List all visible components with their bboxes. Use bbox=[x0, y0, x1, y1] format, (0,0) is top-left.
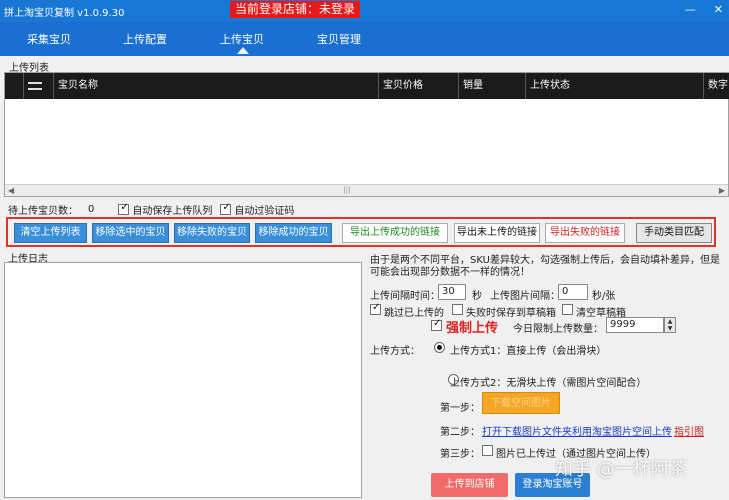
pending-count: 0 bbox=[88, 204, 95, 215]
daily-limit-label: 今日限制上传数量： bbox=[513, 324, 603, 335]
download-space-images-button[interactable]: 下载空间图片 bbox=[482, 392, 560, 414]
tab-upload[interactable]: 上传宝贝 bbox=[220, 31, 264, 47]
clear-draft-checkbox[interactable] bbox=[562, 304, 573, 315]
images-uploaded-checkbox[interactable] bbox=[482, 445, 493, 456]
app-title: 拼上淘宝贝复制 v1.0.9.30 bbox=[4, 8, 125, 19]
open-download-folder-link[interactable]: 打开下载图片文件夹利用淘宝图片空间上传 bbox=[482, 423, 672, 438]
close-icon[interactable]: ✕ bbox=[714, 3, 723, 16]
remove-success-button[interactable]: 移除成功的宝贝 bbox=[255, 223, 332, 243]
auto-captcha-checkbox[interactable] bbox=[220, 202, 232, 215]
force-upload-checkbox[interactable] bbox=[431, 318, 442, 331]
minimize-icon[interactable]: — bbox=[685, 3, 696, 16]
tab-item-management[interactable]: 宝贝管理 bbox=[317, 31, 361, 47]
sku-notice: 由于是两个不同平台，SKU差异较大，勾选强制上传后，会自动填补差异，但是可能会出… bbox=[370, 255, 720, 278]
image-interval-input[interactable]: 0 bbox=[558, 284, 588, 300]
scroll-left-icon[interactable]: ◀ bbox=[8, 185, 14, 197]
table-header: 宝贝名称 宝贝价格 销量 上传状态 数字I bbox=[5, 73, 729, 117]
auto-captcha-label: 自动过验证码 bbox=[234, 206, 295, 217]
clear-list-button[interactable]: 清空上传列表 bbox=[14, 223, 87, 243]
save-draft-on-fail-checkbox[interactable] bbox=[452, 304, 463, 315]
upload-log-area[interactable] bbox=[4, 262, 362, 498]
scroll-thumb[interactable]: ||| bbox=[335, 187, 359, 194]
daily-limit-input[interactable]: 9999 bbox=[606, 317, 664, 333]
remove-failed-button[interactable]: 移除失败的宝贝 bbox=[174, 223, 250, 243]
tab-collect[interactable]: 采集宝贝 bbox=[27, 31, 71, 47]
method1-label: 上传方式1：直接上传（会出滑块） bbox=[450, 346, 607, 357]
column-upload-status[interactable]: 上传状态 bbox=[525, 73, 703, 99]
active-tab-indicator bbox=[237, 47, 249, 54]
pending-label: 待上传宝贝数： bbox=[8, 206, 78, 217]
force-upload-label: 强制上传 bbox=[446, 321, 499, 336]
remove-selected-button[interactable]: 移除选中的宝贝 bbox=[92, 223, 169, 243]
guide-image-link[interactable]: 指引图 bbox=[674, 423, 704, 438]
method-label: 上传方式： bbox=[370, 346, 420, 357]
skip-uploaded-checkbox[interactable] bbox=[370, 302, 381, 315]
login-status-badge: 当前登录店铺：未登录 bbox=[230, 1, 361, 18]
horizontal-scrollbar[interactable]: ◀ ||| ▶ bbox=[5, 184, 728, 196]
scroll-right-icon[interactable]: ▶ bbox=[719, 185, 725, 197]
row-header-cell bbox=[5, 73, 23, 99]
column-sales[interactable]: 销量 bbox=[458, 73, 525, 99]
main-nav: 采集宝贝 上传配置 上传宝贝 宝贝管理 bbox=[0, 22, 729, 56]
title-bar: 拼上淘宝贝复制 v1.0.9.30 当前登录店铺：未登录 — ✕ bbox=[0, 0, 729, 22]
skip-uploaded-label: 跳过已上传的 bbox=[384, 308, 444, 319]
step1-label: 第一步： bbox=[440, 403, 480, 414]
method2-label: 上传方式2：无滑块上传（需图片空间配合） bbox=[450, 378, 647, 389]
column-digital-id[interactable]: 数字I bbox=[703, 73, 729, 117]
grid-icon bbox=[28, 82, 42, 90]
upload-list-table[interactable]: 宝贝名称 宝贝价格 销量 上传状态 数字I ◀ ||| ▶ bbox=[4, 72, 729, 197]
export-success-links-button[interactable]: 导出上传成功的链接 bbox=[342, 223, 448, 243]
step2-label: 第二步： bbox=[440, 427, 480, 438]
interval-input[interactable]: 30 bbox=[438, 284, 466, 300]
image-interval-unit: 秒/张 bbox=[592, 291, 616, 302]
queue-status-row: 待上传宝贝数： 0 自动保存上传队列 自动过验证码 bbox=[8, 202, 294, 217]
select-column-header[interactable] bbox=[23, 73, 53, 99]
image-interval-label: 上传图片间隔： bbox=[490, 291, 560, 302]
method1-radio[interactable] bbox=[434, 342, 445, 353]
auto-save-checkbox[interactable] bbox=[118, 202, 130, 215]
column-price[interactable]: 宝贝价格 bbox=[378, 73, 458, 99]
action-button-bar: 清空上传列表 移除选中的宝贝 移除失败的宝贝 移除成功的宝贝 导出上传成功的链接… bbox=[6, 217, 716, 247]
auto-save-label: 自动保存上传队列 bbox=[132, 206, 213, 217]
daily-limit-stepper[interactable]: ▲ ▼ bbox=[664, 317, 676, 333]
zhihu-watermark: 知乎 @一杯阿茶 bbox=[555, 459, 687, 480]
window-controls: — ✕ bbox=[685, 3, 723, 16]
tab-upload-config[interactable]: 上传配置 bbox=[123, 31, 167, 47]
export-failed-links-button[interactable]: 导出失败的链接 bbox=[545, 223, 625, 243]
interval-unit: 秒 bbox=[472, 291, 482, 302]
interval-label: 上传间隔时间： bbox=[370, 291, 440, 302]
step3-label: 第三步： bbox=[440, 449, 480, 460]
column-item-name[interactable]: 宝贝名称 bbox=[53, 73, 378, 99]
manual-category-match-button[interactable]: 手动类目匹配 bbox=[636, 223, 712, 243]
upload-to-store-button[interactable]: 上传到店铺 bbox=[431, 473, 508, 497]
export-pending-links-button[interactable]: 导出未上传的链接 bbox=[454, 223, 540, 243]
